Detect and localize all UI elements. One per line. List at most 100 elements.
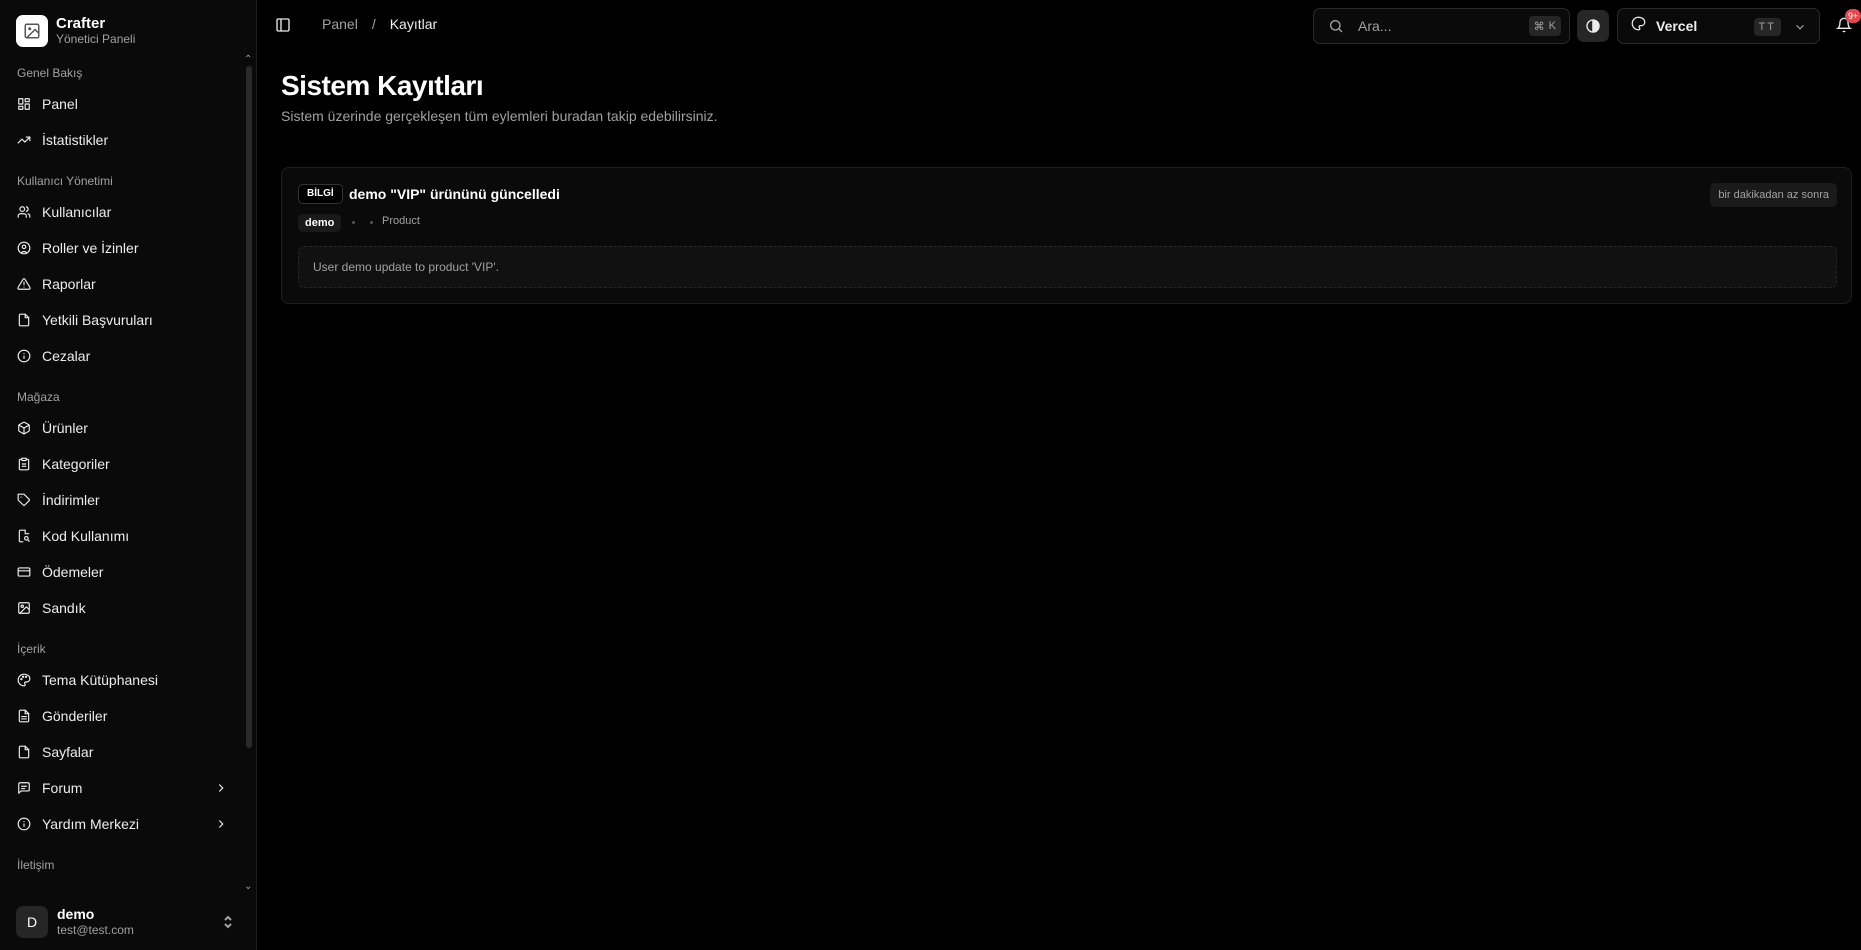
log-title: demo "VIP" ürününü güncelledi (349, 186, 560, 202)
chevrons-up-down-icon (222, 915, 234, 929)
sidebar-item-yardim-merkezi[interactable]: Yardım Merkezi (8, 808, 238, 840)
sidebar-item-kod-kullanimi[interactable]: Kod Kullanımı (8, 520, 238, 552)
sidebar-item-gonderiler[interactable]: Gönderiler (8, 700, 238, 732)
sidebar-item-odemeler[interactable]: Ödemeler (8, 556, 238, 588)
notification-badge: 9+ (1845, 9, 1861, 23)
sidebar-item-label: Ödemeler (42, 564, 104, 580)
brand[interactable]: Crafter Yönetici Paneli (16, 9, 135, 53)
user-menu[interactable]: D demo test@test.com (8, 900, 248, 944)
users-icon (17, 205, 31, 219)
info-circle-icon (17, 349, 31, 363)
sidebar-item-label: Tema Kütüphanesi (42, 672, 158, 688)
file-text-icon (17, 709, 31, 723)
command-key-icon: ⌘ (1533, 20, 1545, 33)
sidebar-item-yetkili-basvurulari[interactable]: Yetkili Başvuruları (8, 304, 238, 336)
sidebar-scrollbar[interactable] (246, 66, 252, 748)
sidebar-item-label: Ürünler (42, 420, 88, 436)
sidebar-item-label: Gönderiler (42, 708, 108, 724)
sidebar-item-istatistikler[interactable]: İstatistikler (8, 124, 238, 156)
sidebar-item-label: Cezalar (42, 348, 91, 364)
theme-select[interactable]: Vercel TT (1617, 8, 1820, 44)
nav-group-label: Genel Bakış (17, 66, 83, 80)
avatar: D (16, 906, 48, 938)
box-icon (17, 421, 31, 435)
sidebar-item-tema-kutuphanesi[interactable]: Tema Kütüphanesi (8, 664, 238, 696)
sidebar-item-label: Kod Kullanımı (42, 528, 130, 544)
sidebar-toggle-icon[interactable] (275, 17, 291, 33)
sidebar-item-sandik[interactable]: Sandık (8, 592, 238, 624)
file-icon (17, 745, 31, 759)
sidebar-item-raporlar[interactable]: Raporlar (8, 268, 238, 300)
breadcrumb: Panel / Kayıtlar (322, 16, 437, 32)
sidebar-item-label: İstatistikler (42, 132, 109, 148)
search-icon (1330, 20, 1343, 33)
sidebar: Crafter Yönetici Paneli ⌃ Genel Bakış Pa… (0, 0, 257, 950)
nav-group-label: Kullanıcı Yönetimi (17, 174, 113, 188)
log-user-badge: demo (298, 214, 342, 232)
page-description: Sistem üzerinde gerçekleşen tüm eylemler… (281, 108, 718, 124)
shortcut-key: K (1548, 20, 1556, 32)
sidebar-item-label: Raporlar (42, 276, 96, 292)
log-level-badge: BİLGİ (298, 184, 343, 204)
message-square-icon (17, 781, 31, 795)
chevron-right-icon (214, 817, 228, 831)
sidebar-item-label: Kullanıcılar (42, 204, 112, 220)
sidebar-item-label: Sayfalar (42, 744, 94, 760)
layout-dashboard-icon (17, 97, 31, 111)
theme-select-label: Vercel (1656, 18, 1698, 34)
credit-card-icon (17, 565, 31, 579)
image-icon (17, 601, 31, 615)
sidebar-item-label: Forum (42, 780, 83, 796)
file-icon (17, 313, 31, 327)
breadcrumb-link-panel[interactable]: Panel (322, 16, 358, 32)
chevron-right-icon (214, 781, 228, 795)
sidebar-item-kategoriler[interactable]: Kategoriler (8, 448, 238, 480)
chevron-down-icon (1793, 20, 1807, 34)
sidebar-item-sayfalar[interactable]: Sayfalar (8, 736, 238, 768)
brand-name: Crafter (56, 15, 106, 33)
user-circle-icon (17, 241, 31, 255)
breadcrumb-separator: / (371, 16, 376, 32)
user-email: test@test.com (57, 923, 134, 938)
file-search-icon (17, 529, 31, 543)
sidebar-nav: Genel Bakış Panel İstatistikler Kullanıc… (0, 56, 246, 892)
contrast-icon (1586, 19, 1600, 33)
scroll-down-icon[interactable]: ⌄ (244, 881, 254, 892)
sidebar-item-roller[interactable]: Roller ve İzinler (8, 232, 238, 264)
theme-select-badge: TT (1753, 18, 1781, 36)
user-name: demo (57, 906, 95, 923)
clipboard-icon (17, 457, 31, 471)
log-detail: User demo update to product 'VIP'. (298, 246, 1837, 288)
search-box[interactable]: ⌘ K (1313, 8, 1570, 44)
page-title: Sistem Kayıtları (281, 70, 484, 101)
search-shortcut: ⌘ K (1528, 16, 1561, 36)
nav-group-label: İçerik (17, 642, 46, 656)
trending-up-icon (17, 133, 31, 147)
separator-dot (352, 221, 355, 224)
sidebar-item-label: Yardım Merkezi (42, 816, 139, 832)
sidebar-item-label: İndirimler (42, 492, 100, 508)
tag-icon (17, 493, 31, 507)
sidebar-item-urunler[interactable]: Ürünler (8, 412, 238, 444)
theme-toggle-button[interactable] (1577, 10, 1609, 42)
sidebar-item-label: Kategoriler (42, 456, 110, 472)
breadcrumb-current: Kayıtlar (389, 16, 438, 32)
nav-group-label: Mağaza (17, 390, 60, 404)
log-entry-card: BİLGİ demo "VIP" ürününü güncelledi bir … (281, 167, 1852, 304)
brand-subtitle: Yönetici Paneli (56, 31, 136, 46)
info-circle-icon (17, 817, 31, 831)
log-time-badge: bir dakikadan az sonra (1710, 183, 1837, 207)
sidebar-item-indirimler[interactable]: İndirimler (8, 484, 238, 516)
palette-icon (17, 673, 31, 687)
sidebar-item-label: Roller ve İzinler (42, 240, 139, 256)
alert-triangle-icon (17, 277, 31, 291)
sidebar-item-label: Panel (42, 96, 78, 112)
brand-logo-icon (16, 15, 48, 47)
sidebar-item-kullanicilar[interactable]: Kullanıcılar (8, 196, 238, 228)
sidebar-item-cezalar[interactable]: Cezalar (8, 340, 238, 372)
sidebar-item-forum[interactable]: Forum (8, 772, 238, 804)
search-input[interactable] (1358, 18, 1508, 34)
palette-icon (1631, 16, 1646, 36)
nav-group-label: İletişim (17, 858, 55, 872)
sidebar-item-panel[interactable]: Panel (8, 88, 238, 120)
